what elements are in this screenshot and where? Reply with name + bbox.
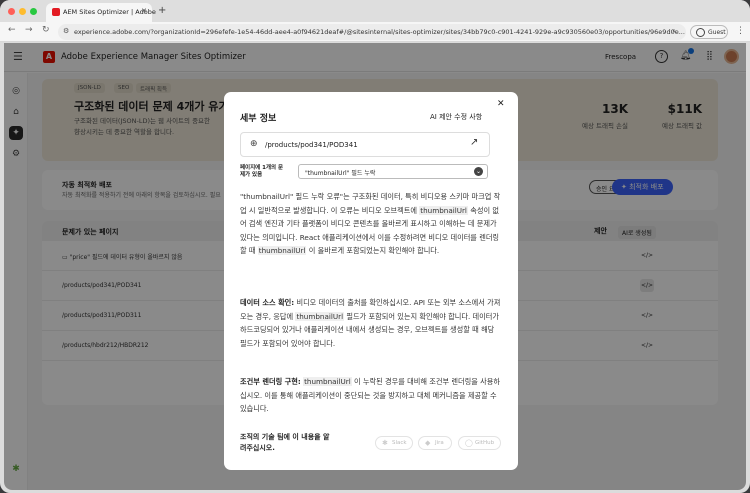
guest-label: Guest — [708, 29, 726, 36]
step-heading: 데이터 소스 확인: — [240, 298, 295, 307]
github-icon: ◯ — [465, 439, 473, 447]
new-tab-icon[interactable]: + — [158, 5, 166, 16]
text: 이 올바르게 포함되었는지 확인해야 합니다. — [306, 246, 440, 255]
details-modal: 세부 정보 AI 제안 수정 사항 ✕ ⊕ /products/pod341/P… — [224, 92, 518, 470]
issue-select[interactable]: "thumbnailUrl" 필드 누락 ⌄ — [298, 164, 488, 179]
zoom-icon[interactable]: ⌕ — [672, 27, 676, 36]
url-text: experience.adobe.com/?organizationId=296… — [74, 28, 685, 36]
address-bar[interactable]: ⚙ experience.adobe.com/?organizationId=2… — [58, 24, 686, 40]
code-keyword: thumbnailUrl — [257, 246, 307, 255]
share-github-button[interactable]: ◯ GitHub — [458, 436, 501, 450]
tab-bar: AEM Sites Optimizer | Adobe ✕ + — [0, 0, 750, 22]
minimize-window-button[interactable] — [19, 8, 26, 15]
browser-menu-icon[interactable]: ⋮ — [736, 26, 745, 36]
guest-profile-button[interactable]: Guest — [690, 25, 728, 39]
code-keyword: thumbnailUrl — [303, 377, 352, 386]
globe-icon: ⊕ — [250, 139, 258, 149]
share-slack-button[interactable]: ✱ Slack — [375, 436, 413, 450]
reload-icon[interactable]: ↻ — [42, 25, 50, 35]
code-keyword: thumbnailUrl — [295, 311, 345, 321]
button-label: Jira — [435, 440, 444, 446]
page-path: /products/pod341/POD341 — [265, 141, 358, 149]
issue-select-value: "thumbnailUrl" 필드 누락 — [305, 170, 376, 177]
site-settings-icon[interactable]: ⚙ — [63, 27, 69, 35]
close-tab-icon[interactable]: ✕ — [141, 7, 147, 15]
browser-window: AEM Sites Optimizer | Adobe ✕ + ← → ↻ ⚙ … — [0, 0, 750, 493]
step-check-data-source: 데이터 소스 확인: 비디오 데이터의 출처를 확인하십시오. API 또는 외… — [240, 296, 502, 350]
jira-icon: ◆ — [425, 439, 431, 447]
modal-title: 세부 정보 — [240, 114, 277, 124]
modal-subtitle: AI 제안 수정 사항 — [430, 113, 483, 121]
close-window-button[interactable] — [8, 8, 15, 15]
zoom-window-button[interactable] — [30, 8, 37, 15]
step-conditional-rendering: 조건부 렌더링 구현: thumbnailUrl 이 누락된 경우를 대비해 조… — [240, 375, 502, 416]
button-label: Slack — [392, 440, 407, 446]
forward-icon[interactable]: → — [25, 25, 33, 35]
step-heading: 조건부 렌더링 구현: — [240, 377, 301, 386]
close-icon[interactable]: ✕ — [497, 99, 505, 109]
adobe-favicon-icon — [52, 8, 60, 16]
share-jira-button[interactable]: ◆ Jira — [418, 436, 452, 450]
share-prompt: 조직의 기술 팀에 이 내용을 알려주십시오. — [240, 433, 330, 452]
page-path-field: ⊕ /products/pod341/POD341 ↗ — [240, 132, 490, 157]
open-external-icon[interactable]: ↗ — [470, 137, 478, 148]
browser-toolbar: ← → ↻ ⚙ experience.adobe.com/?organizati… — [0, 22, 750, 42]
chevron-down-icon: ⌄ — [474, 167, 483, 176]
profile-icon — [696, 28, 705, 37]
explanation-paragraph: "thumbnailUrl" 필드 누락 오류"는 구조화된 데이터, 특히 비… — [240, 190, 502, 258]
issue-select-label: 페이지에 1개의 문제가 있음 — [240, 165, 284, 178]
back-icon[interactable]: ← — [8, 25, 16, 35]
browser-tab[interactable]: AEM Sites Optimizer | Adobe ✕ — [46, 3, 156, 22]
slack-icon: ✱ — [382, 439, 388, 447]
code-keyword: thumbnailUrl — [419, 205, 468, 215]
button-label: GitHub — [475, 440, 495, 446]
